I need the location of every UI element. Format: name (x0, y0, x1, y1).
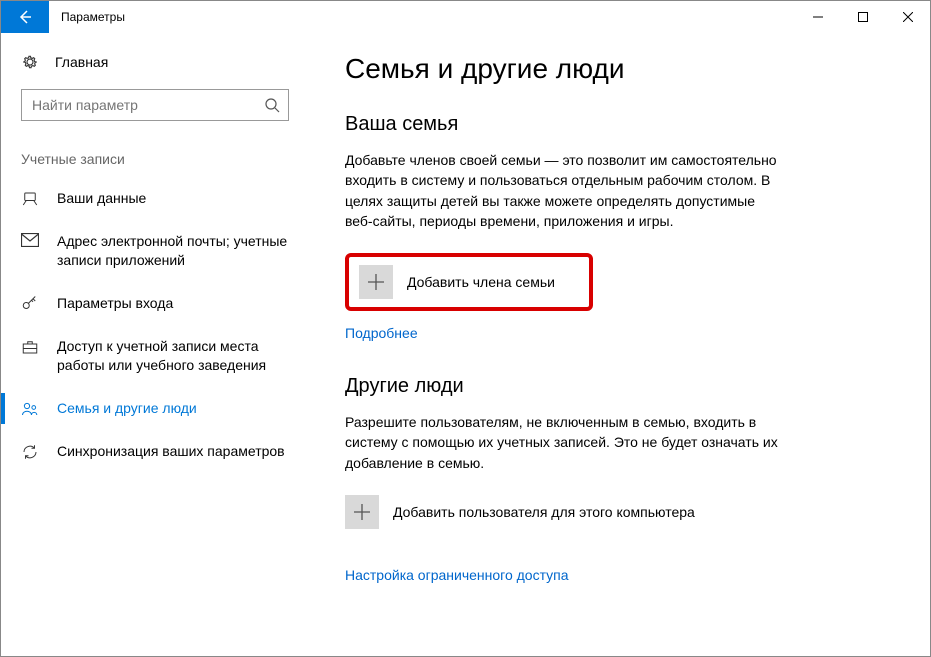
sidebar-item-label: Ваши данные (57, 189, 289, 208)
sidebar-item-sync[interactable]: Синхронизация ваших параметров (1, 430, 309, 473)
close-button[interactable] (885, 1, 930, 33)
sidebar-item-your-info[interactable]: Ваши данные (1, 177, 309, 220)
others-section-title: Другие люди (345, 375, 890, 398)
sidebar-item-family[interactable]: Семья и другие люди (1, 387, 309, 430)
add-family-member-button[interactable]: Добавить члена семьи (345, 253, 593, 311)
add-other-user-label: Добавить пользователя для этого компьюте… (393, 504, 695, 520)
sidebar-item-work-school[interactable]: Доступ к учетной записи места работы или… (1, 325, 309, 387)
sidebar-item-label: Семья и другие люди (57, 399, 289, 418)
restricted-access-link[interactable]: Настройка ограниченного доступа (345, 567, 569, 583)
family-more-link[interactable]: Подробнее (345, 325, 418, 341)
window-title: Параметры (49, 1, 795, 33)
arrow-left-icon (17, 9, 33, 25)
titlebar: Параметры (1, 1, 930, 33)
search-box[interactable] (21, 89, 289, 121)
page-title: Семья и другие люди (345, 53, 890, 85)
sidebar-item-email-accounts[interactable]: Адрес электронной почты; учетные записи … (1, 220, 309, 282)
back-button[interactable] (1, 1, 49, 33)
people-icon (21, 400, 39, 418)
add-family-member-label: Добавить члена семьи (407, 274, 555, 290)
search-input[interactable] (32, 97, 264, 113)
sidebar-item-label: Адрес электронной почты; учетные записи … (57, 232, 289, 270)
sidebar-home[interactable]: Главная (1, 45, 309, 79)
add-other-user-button[interactable]: Добавить пользователя для этого компьюте… (345, 495, 890, 529)
sidebar-item-label: Параметры входа (57, 294, 289, 313)
sidebar-group-header: Учетные записи (1, 139, 309, 177)
sidebar-home-label: Главная (55, 54, 108, 70)
search-icon (264, 97, 280, 113)
key-icon (21, 295, 39, 313)
sidebar-item-label: Синхронизация ваших параметров (57, 442, 289, 461)
minimize-button[interactable] (795, 1, 840, 33)
briefcase-icon (21, 338, 39, 356)
sidebar-item-label: Доступ к учетной записи места работы или… (57, 337, 289, 375)
main-content: Семья и другие люди Ваша семья Добавьте … (309, 33, 930, 656)
window-controls (795, 1, 930, 33)
person-icon (21, 190, 39, 208)
maximize-button[interactable] (840, 1, 885, 33)
others-section-text: Разрешите пользователям, не включенным в… (345, 412, 785, 473)
sidebar: Главная Учетные записи Ваши данные Адрес… (1, 33, 309, 656)
gear-icon (21, 53, 39, 71)
mail-icon (21, 233, 39, 247)
plus-icon (359, 265, 393, 299)
sidebar-item-signin-options[interactable]: Параметры входа (1, 282, 309, 325)
sync-icon (21, 443, 39, 461)
family-section-title: Ваша семья (345, 113, 890, 136)
plus-icon (345, 495, 379, 529)
search-container (1, 79, 309, 139)
family-section-text: Добавьте членов своей семьи — это позвол… (345, 150, 785, 231)
